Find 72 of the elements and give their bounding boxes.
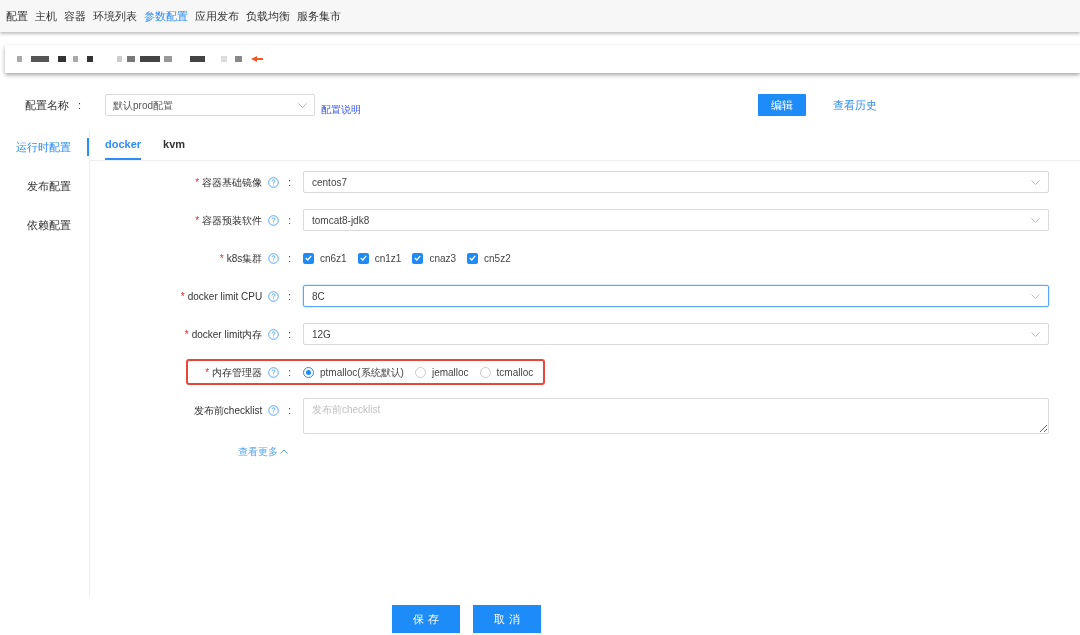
- checkbox-label: cn1z1: [374, 251, 402, 266]
- check-icon: [414, 255, 422, 261]
- side-tab[interactable]: 运行时配置: [16, 138, 89, 156]
- checkbox-label: cn5z2: [484, 251, 511, 266]
- radio-button[interactable]: [479, 366, 491, 378]
- radio-button[interactable]: [414, 366, 426, 378]
- colon: :: [288, 251, 291, 266]
- chevron-up-icon: [280, 449, 288, 454]
- select-field[interactable]: 8C: [303, 285, 1049, 307]
- checklist-field[interactable]: 发布前checklist: [303, 398, 1049, 434]
- checkbox-label: cnaz3: [429, 251, 457, 266]
- select-field[interactable]: tomcat8-jdk8: [303, 209, 1049, 231]
- help-icon: [268, 366, 280, 378]
- chevron-down-icon: [1031, 331, 1040, 337]
- nav-item[interactable]: 服务集市: [297, 7, 341, 25]
- colon: :: [288, 213, 291, 228]
- field-label: k8s集群: [226, 251, 263, 266]
- nav-item[interactable]: 主机: [35, 7, 57, 25]
- side-tab[interactable]: 发布配置: [27, 177, 89, 195]
- colon: :: [78, 97, 83, 113]
- field-label: docker limit CPU: [187, 289, 263, 304]
- select-field[interactable]: centos7: [303, 171, 1049, 193]
- required-mark: *: [195, 175, 200, 190]
- help-icon: [268, 176, 280, 188]
- tab[interactable]: kvm: [163, 131, 186, 160]
- side-tab[interactable]: 依赖配置: [27, 216, 89, 234]
- select-field[interactable]: 12G: [303, 323, 1049, 345]
- colon: :: [288, 403, 291, 418]
- help-icon: [268, 328, 280, 340]
- chevron-down-icon: [1031, 179, 1040, 185]
- checkbox[interactable]: [467, 252, 479, 264]
- help-link[interactable]: 配置说明: [321, 101, 361, 117]
- checkbox[interactable]: [357, 252, 369, 264]
- field-label: 内存管理器: [212, 365, 263, 380]
- history-link[interactable]: 查看历史: [833, 96, 877, 114]
- field-label: 容器预装软件: [202, 213, 263, 228]
- help-icon: [268, 214, 280, 226]
- nav-item[interactable]: 负载均衡: [246, 7, 290, 25]
- radio-label: ptmalloc(系统默认): [320, 365, 404, 380]
- colon: :: [288, 365, 291, 380]
- help-icon: [268, 290, 280, 302]
- nav-item[interactable]: 环境列表: [93, 7, 137, 25]
- chevron-down-icon: [1031, 293, 1040, 299]
- checkbox[interactable]: [412, 252, 424, 264]
- required-mark: *: [219, 251, 224, 266]
- check-icon: [359, 255, 367, 261]
- field-label: 容器基础镜像: [202, 175, 263, 190]
- checkbox-label: cn6z1: [320, 251, 347, 266]
- required-mark: *: [195, 213, 200, 228]
- help-icon: [268, 252, 280, 264]
- config-select[interactable]: 默认prod配置: [105, 94, 315, 116]
- radio-button[interactable]: [303, 366, 314, 378]
- field-label: 发布前checklist: [193, 403, 263, 418]
- checkbox[interactable]: [303, 252, 314, 264]
- colon: :: [288, 175, 291, 190]
- nav-item[interactable]: 配置: [6, 7, 28, 25]
- check-icon: [305, 255, 312, 261]
- required-mark: *: [184, 327, 189, 342]
- radio-label: tcmalloc: [496, 365, 534, 380]
- config-name-label: 配置名称: [25, 97, 70, 113]
- colon: :: [288, 289, 291, 304]
- colon: :: [288, 327, 291, 342]
- required-mark: *: [205, 365, 210, 380]
- field-label: docker limit内存: [191, 327, 263, 342]
- nav-item[interactable]: 应用发布: [195, 7, 239, 25]
- radio-label: jemalloc: [431, 365, 469, 380]
- check-icon: [469, 255, 477, 261]
- chevron-down-icon: [298, 102, 307, 108]
- help-icon: [268, 404, 280, 416]
- chevron-down-icon: [1031, 217, 1040, 223]
- required-mark: *: [180, 289, 185, 304]
- nav-item[interactable]: 容器: [64, 7, 86, 25]
